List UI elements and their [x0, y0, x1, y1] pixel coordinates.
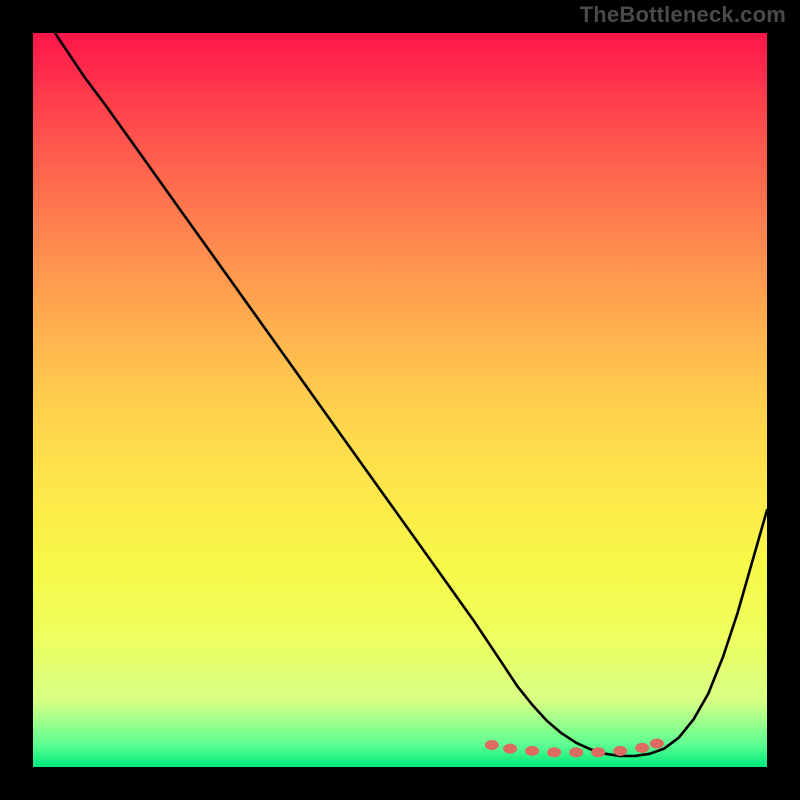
chart-frame: TheBottleneck.com	[0, 0, 800, 800]
gradient-background	[33, 33, 767, 767]
plot-area	[33, 33, 767, 767]
watermark-text: TheBottleneck.com	[580, 2, 786, 28]
